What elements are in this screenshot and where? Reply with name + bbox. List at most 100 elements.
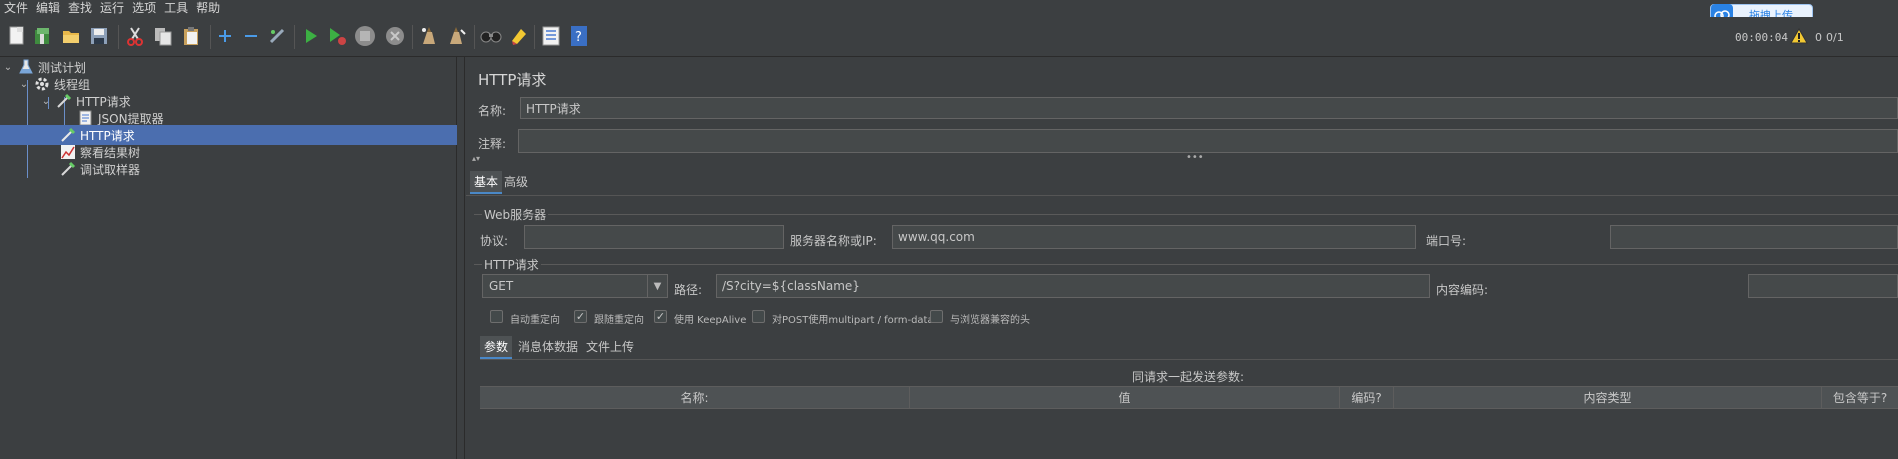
port-label: 端口号: — [1426, 234, 1467, 248]
column-header-content-type[interactable]: 内容类型 — [1394, 387, 1822, 408]
keepalive-label: 使用 KeepAlive — [674, 315, 747, 326]
auto-redirect-checkbox[interactable] — [490, 310, 503, 323]
svg-text:?: ? — [575, 30, 582, 45]
active-threads: 0/1 — [1826, 31, 1844, 44]
clear-all-icon[interactable] — [446, 25, 468, 47]
new-icon[interactable] — [6, 25, 28, 47]
paste-icon[interactable] — [180, 25, 202, 47]
menu-tools[interactable]: 工具 — [160, 0, 192, 17]
column-header-include-equals[interactable]: 包含等于? — [1822, 387, 1898, 408]
tree-item-label: 调试取样器 — [80, 162, 141, 177]
web-server-group-title: Web服务器 — [482, 206, 549, 223]
multipart-label: 对POST使用multipart / form-data — [772, 315, 934, 326]
tab-parameters[interactable]: 参数 — [480, 336, 513, 359]
tree-item-label: HTTP请求 — [76, 94, 131, 109]
menu-options[interactable]: 选项 — [128, 0, 160, 17]
encoding-field[interactable] — [1748, 274, 1898, 298]
document-icon — [78, 110, 94, 126]
chart-icon — [60, 144, 76, 160]
pipette-icon — [60, 161, 76, 177]
name-label: 名称: — [478, 104, 507, 118]
panel-splitter[interactable] — [457, 57, 465, 459]
menu-bar: 文件 编辑 查找 运行 选项 工具 帮助 — [0, 0, 1898, 17]
chevron-down-icon[interactable]: ▼ — [647, 275, 667, 297]
auto-redirect-label: 自动重定向 — [510, 315, 560, 326]
tree-item-label: HTTP请求 — [80, 128, 135, 143]
search-icon[interactable] — [480, 25, 502, 47]
drag-handle-icon[interactable]: ••• — [1186, 152, 1204, 163]
save-icon[interactable] — [88, 25, 110, 47]
error-count: 0 — [1815, 31, 1822, 44]
params-caption: 同请求一起发送参数: — [1132, 370, 1245, 384]
multipart-checkbox[interactable] — [752, 310, 765, 323]
expand-icon[interactable] — [214, 25, 236, 47]
menu-file[interactable]: 文件 — [0, 0, 32, 17]
copy-icon[interactable] — [152, 25, 174, 47]
function-helper-icon[interactable] — [540, 25, 562, 47]
section-divider[interactable]: ▴▾ ••• — [466, 152, 1898, 163]
toggle-icon[interactable] — [266, 25, 288, 47]
reset-search-icon[interactable] — [508, 25, 530, 47]
path-label: 路径: — [674, 283, 703, 297]
comment-label: 注释: — [478, 137, 507, 151]
http-request-editor: HTTP请求 名称: 注释: ▴▾ ••• 基本 高级 Web服务器 协议: 服… — [466, 57, 1898, 459]
shutdown-icon[interactable] — [384, 25, 406, 47]
column-header-value[interactable]: 值 — [910, 387, 1340, 408]
start-icon[interactable] — [300, 25, 322, 47]
keepalive-checkbox[interactable]: ✓ — [654, 310, 667, 323]
menu-edit[interactable]: 编辑 — [32, 0, 64, 17]
start-no-pause-icon[interactable] — [326, 25, 348, 47]
stop-icon[interactable] — [354, 25, 376, 47]
tab-advanced[interactable]: 高级 — [500, 171, 532, 192]
follow-redirect-checkbox[interactable]: ✓ — [574, 310, 587, 323]
method-value: GET — [489, 279, 514, 293]
params-table-header: 名称: 值 编码? 内容类型 包含等于? — [480, 386, 1898, 409]
help-icon[interactable]: ? — [568, 25, 590, 47]
pipette-icon — [60, 127, 76, 143]
encoding-label: 内容编码: — [1436, 283, 1489, 297]
browser-headers-label: 与浏览器兼容的头 — [950, 315, 1030, 326]
tab-files-upload[interactable]: 文件上传 — [582, 336, 638, 357]
templates-icon[interactable] — [32, 25, 54, 47]
gear-icon — [34, 76, 50, 92]
cut-icon[interactable] — [124, 25, 146, 47]
collapse-icon[interactable] — [240, 25, 262, 47]
column-header-name[interactable]: 名称: — [480, 387, 910, 408]
chevron-down-icon[interactable]: ⌄ — [18, 78, 30, 90]
http-request-group-title: HTTP请求 — [482, 256, 541, 273]
test-plan-tree: ⌄ 测试计划 ⌄ 线程组 ⌄ HTTP请求 JSON提取器 HTTP请求 察看结… — [0, 57, 457, 459]
menu-help[interactable]: 帮助 — [192, 0, 224, 17]
tree-item-debug-sampler[interactable]: 调试取样器 — [0, 159, 457, 179]
open-icon[interactable] — [60, 25, 82, 47]
toolbar: ? 00:00:04 0 0/1 — [0, 17, 1898, 57]
tab-basic[interactable]: 基本 — [470, 171, 503, 194]
test-plan-icon — [18, 59, 34, 75]
follow-redirect-label: 跟随重定向 — [594, 315, 644, 326]
column-header-encode[interactable]: 编码? — [1340, 387, 1394, 408]
warning-icon[interactable] — [1790, 27, 1808, 44]
method-select[interactable]: GET ▼ — [482, 274, 668, 298]
tree-item-label: JSON提取器 — [98, 111, 164, 126]
tab-body-data[interactable]: 消息体数据 — [514, 336, 582, 357]
server-label: 服务器名称或IP: — [790, 234, 877, 248]
clear-icon[interactable] — [418, 25, 440, 47]
protocol-label: 协议: — [480, 234, 509, 248]
name-field[interactable] — [520, 97, 1898, 119]
path-field[interactable] — [716, 274, 1430, 298]
elapsed-timer: 00:00:04 — [1735, 31, 1788, 44]
tree-item-label: 线程组 — [54, 77, 91, 92]
protocol-field[interactable] — [524, 225, 784, 249]
chevron-down-icon[interactable]: ⌄ — [40, 95, 52, 107]
port-field[interactable] — [1610, 225, 1898, 249]
chevron-down-icon[interactable]: ⌄ — [2, 61, 14, 73]
pipette-icon — [56, 93, 72, 109]
page-title: HTTP请求 — [478, 71, 547, 89]
menu-search[interactable]: 查找 — [64, 0, 96, 17]
menu-run[interactable]: 运行 — [96, 0, 128, 17]
tree-item-label: 测试计划 — [38, 60, 87, 75]
server-field[interactable] — [892, 225, 1416, 249]
browser-headers-checkbox[interactable] — [930, 310, 943, 323]
comment-field[interactable] — [518, 129, 1898, 153]
collapse-arrows-icon[interactable]: ▴▾ — [472, 154, 480, 163]
tree-item-label: 察看结果树 — [80, 145, 141, 160]
